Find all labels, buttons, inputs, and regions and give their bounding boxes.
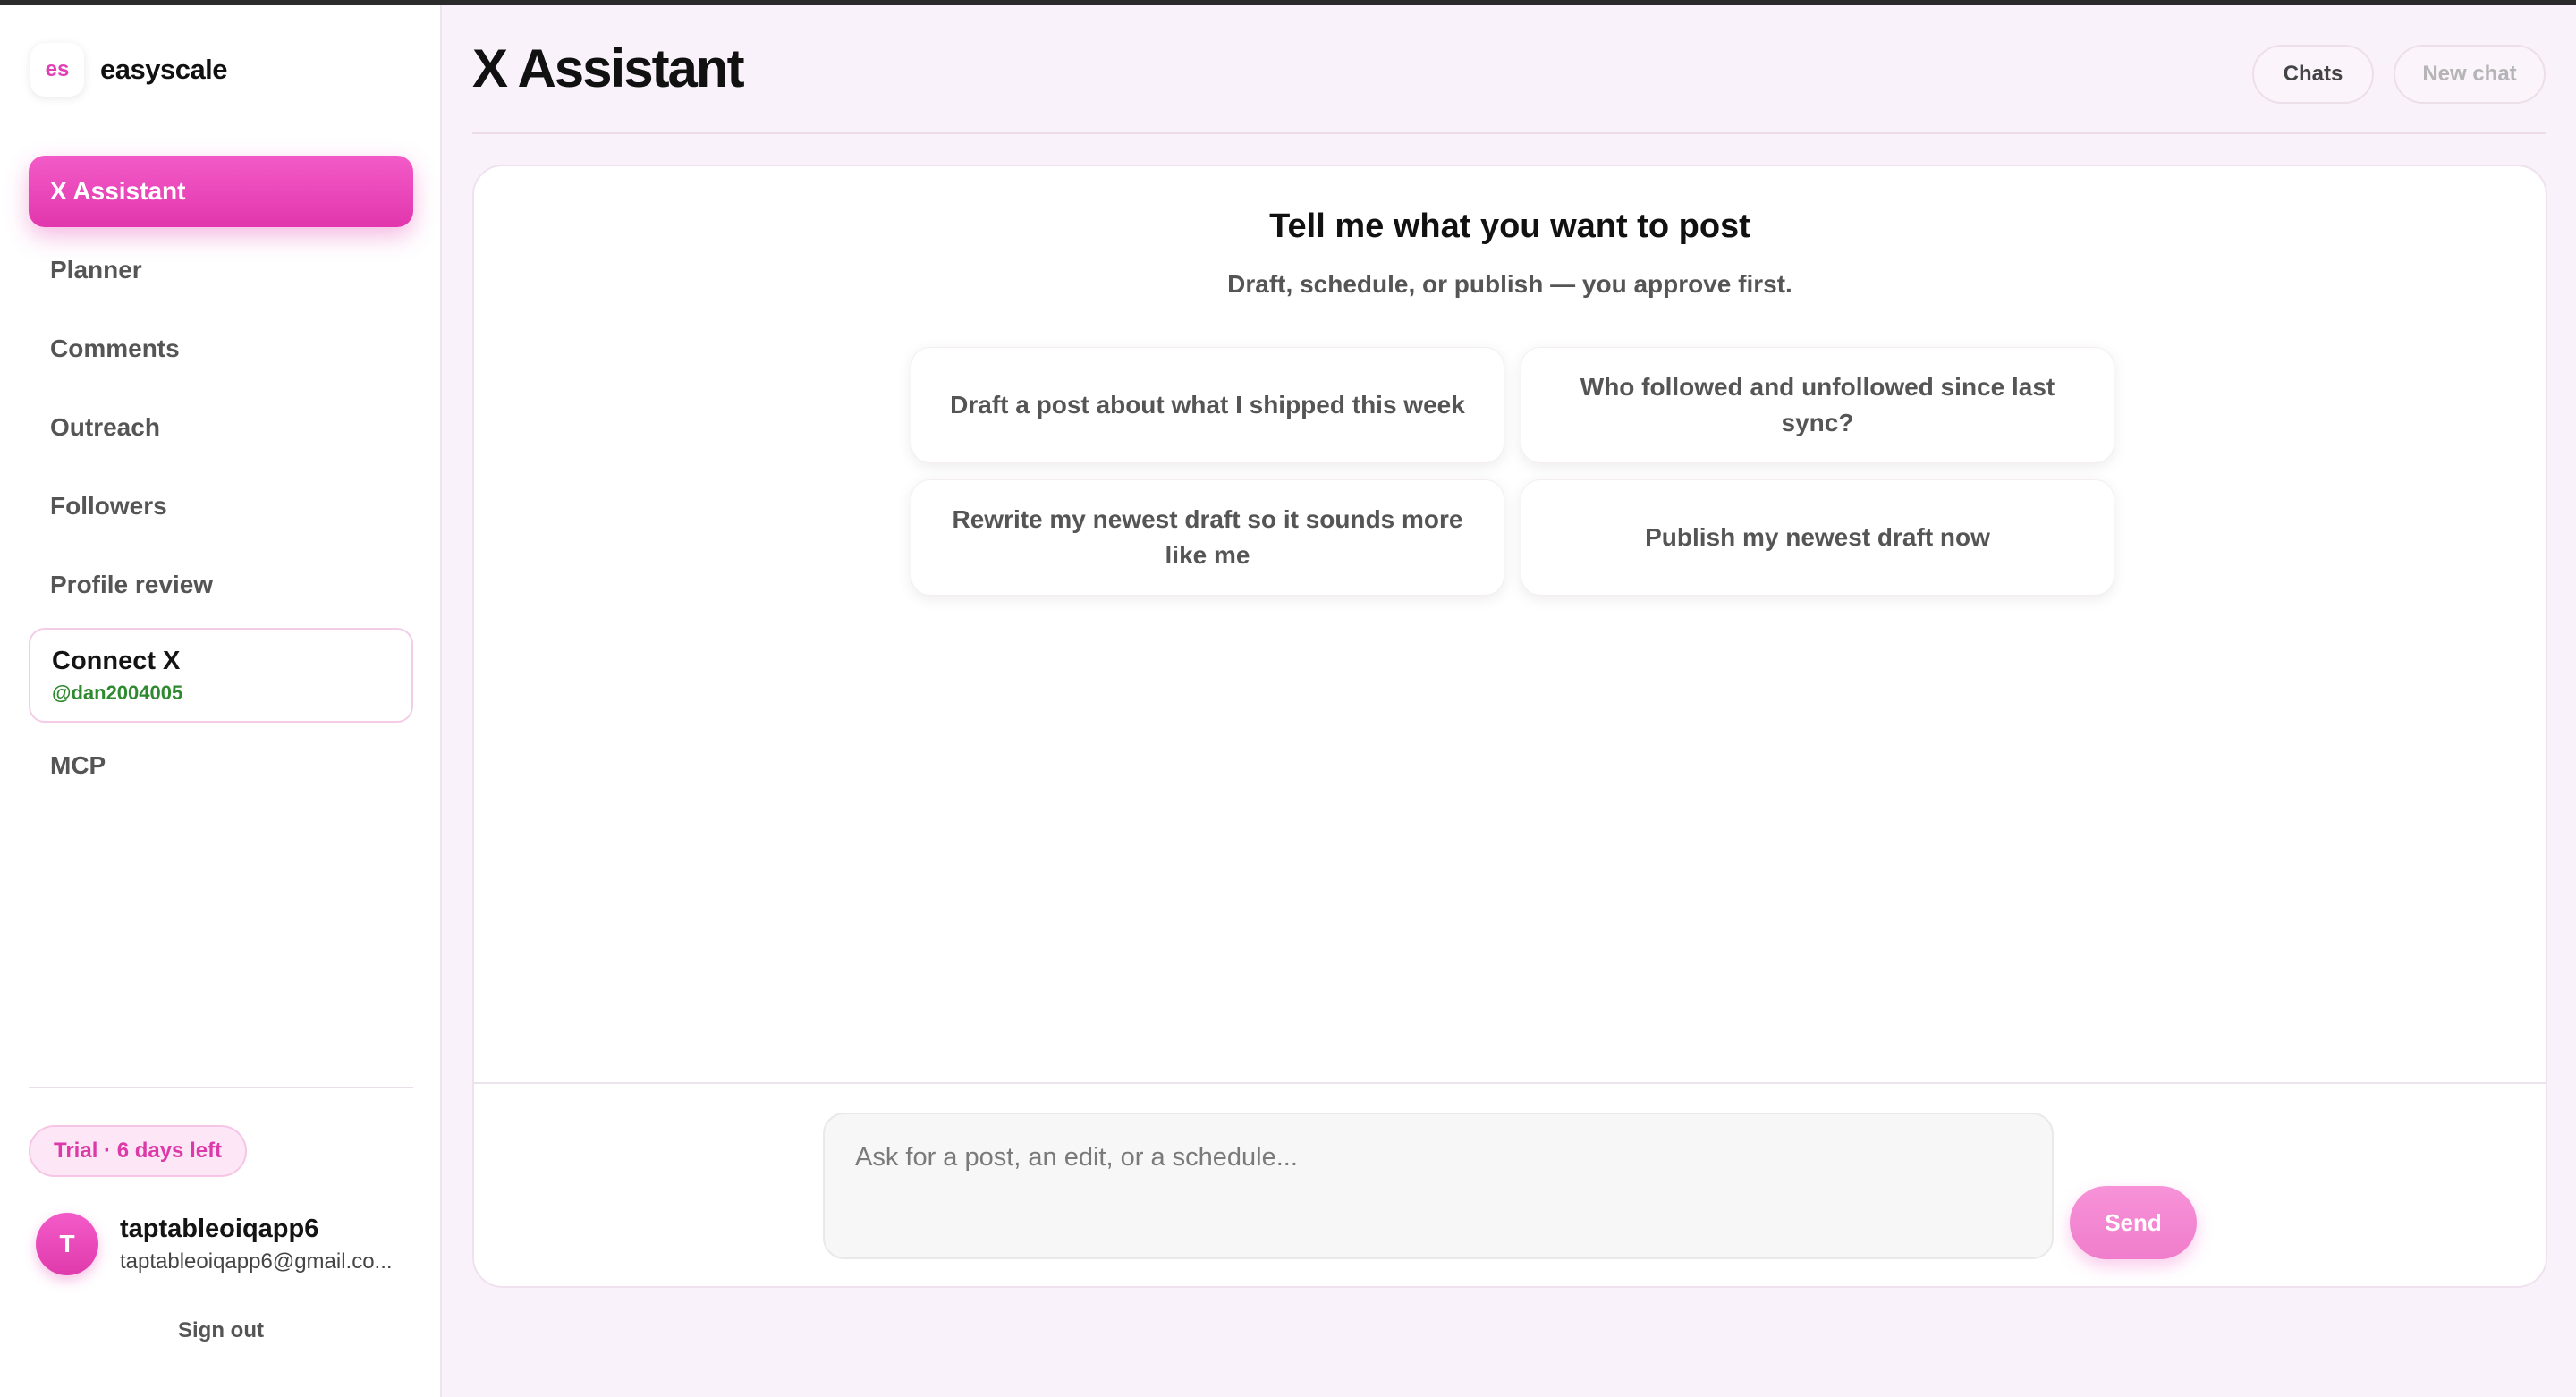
brand-name: easyscale <box>100 54 228 85</box>
connect-x-label: Connect X <box>52 646 181 675</box>
sign-out-button[interactable]: Sign out <box>0 1318 442 1343</box>
chat-panel: Tell me what you want to post Draft, sch… <box>472 165 2547 1288</box>
sidebar: es easyscale X Assistant Planner Comment… <box>0 5 442 1397</box>
sidebar-item-outreach[interactable]: Outreach <box>29 392 413 463</box>
chats-button[interactable]: Chats <box>2252 45 2374 104</box>
page-title: X Assistant <box>472 38 745 98</box>
user-email: taptableoiqapp6@gmail.co... <box>120 1249 393 1274</box>
sidebar-item-mcp[interactable]: MCP <box>29 730 413 801</box>
suggestion-grid: Draft a post about what I shipped this w… <box>911 347 2114 596</box>
suggestion-card[interactable]: Publish my newest draft now <box>1521 479 2114 596</box>
header-divider <box>472 132 2546 134</box>
avatar: T <box>36 1213 98 1275</box>
prompt-title: Tell me what you want to post <box>1269 207 1750 245</box>
sidebar-nav: X Assistant Planner Comments Outreach Fo… <box>29 156 413 809</box>
chat-input[interactable] <box>823 1113 2054 1259</box>
sidebar-item-x-assistant[interactable]: X Assistant <box>29 156 413 227</box>
sidebar-item-planner[interactable]: Planner <box>29 234 413 306</box>
suggestion-card[interactable]: Draft a post about what I shipped this w… <box>911 347 1504 463</box>
user-name: taptableoiqapp6 <box>120 1214 319 1243</box>
sidebar-item-followers[interactable]: Followers <box>29 470 413 542</box>
brand[interactable]: es easyscale <box>30 43 228 97</box>
suggestion-card[interactable]: Who followed and unfollowed since last s… <box>1521 347 2114 463</box>
user-info: taptableoiqapp6 taptableoiqapp6@gmail.co… <box>120 1215 415 1274</box>
user-profile[interactable]: T taptableoiqapp6 taptableoiqapp6@gmail.… <box>36 1213 415 1275</box>
sidebar-item-connect-x[interactable]: Connect X @dan2004005 <box>29 628 413 723</box>
prompt-subtitle: Draft, schedule, or publish — you approv… <box>1227 270 1792 298</box>
sidebar-divider <box>29 1087 413 1088</box>
trial-badge[interactable]: Trial · 6 days left <box>29 1125 248 1177</box>
new-chat-button[interactable]: New chat <box>2394 45 2546 104</box>
composer-divider <box>474 1082 2546 1084</box>
send-button[interactable]: Send <box>2070 1186 2197 1259</box>
connected-handle: @dan2004005 <box>52 681 183 704</box>
sidebar-item-comments[interactable]: Comments <box>29 313 413 385</box>
brand-logo: es <box>30 43 84 97</box>
sidebar-item-profile-review[interactable]: Profile review <box>29 549 413 621</box>
suggestion-card[interactable]: Rewrite my newest draft so it sounds mor… <box>911 479 1504 596</box>
